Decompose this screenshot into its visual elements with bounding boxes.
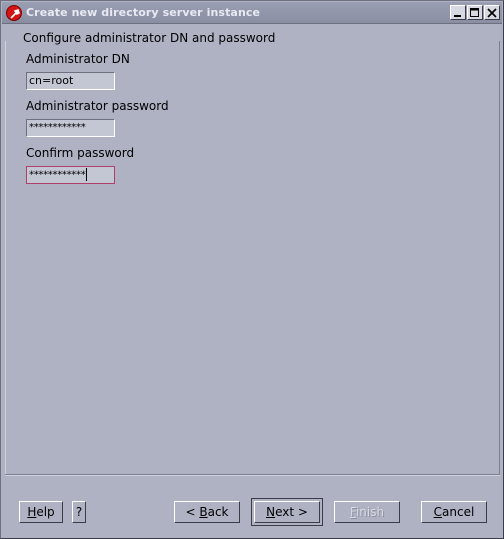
close-button[interactable] <box>484 5 500 20</box>
admin-dn-value: cn=root <box>29 74 74 87</box>
context-help-button[interactable]: ? <box>72 501 86 523</box>
content-frame-right <box>499 41 500 475</box>
page-heading: Configure administrator DN and password <box>23 31 276 45</box>
maximize-button[interactable] <box>467 5 483 20</box>
maximize-icon <box>470 8 479 17</box>
content-frame-left <box>5 41 6 475</box>
question-icon: ? <box>75 505 83 519</box>
text-caret <box>86 168 88 181</box>
finish-button[interactable]: Finish <box>334 501 400 523</box>
admin-password-value: ************ <box>29 122 86 133</box>
finish-label: inish <box>355 505 385 519</box>
title-bar[interactable]: Create new directory server instance <box>2 2 502 24</box>
confirm-password-input[interactable]: ************ <box>26 166 115 184</box>
cancel-mnemonic: C <box>433 505 443 519</box>
next-button[interactable]: Next > <box>251 498 323 526</box>
confirm-password-label: Confirm password <box>26 146 135 160</box>
dialog-window: Create new directory server instance Con… <box>0 0 504 539</box>
minimize-icon <box>454 15 461 17</box>
confirm-password-value: ************ <box>29 169 86 181</box>
button-bar-divider-highlight <box>5 475 500 476</box>
cancel-label: ancel <box>442 505 475 519</box>
admin-password-label: Administrator password <box>26 99 169 113</box>
next-label: ext > <box>275 505 308 519</box>
help-label: elp <box>36 505 55 519</box>
back-prefix: < <box>185 505 200 519</box>
admin-password-input[interactable]: ************ <box>26 119 115 137</box>
close-icon <box>487 8 497 18</box>
cancel-button[interactable]: Cancel <box>421 501 487 523</box>
minimize-button[interactable] <box>450 5 466 20</box>
back-mnemonic: B <box>199 505 208 519</box>
help-mnemonic: H <box>27 505 37 519</box>
app-icon[interactable] <box>6 5 22 21</box>
back-label: ack <box>207 505 229 519</box>
next-mnemonic: N <box>266 505 276 519</box>
admin-dn-label: Administrator DN <box>26 52 130 66</box>
admin-dn-input[interactable]: cn=root <box>26 72 115 90</box>
window-title: Create new directory server instance <box>26 6 261 19</box>
help-button[interactable]: Help <box>19 501 63 523</box>
back-button[interactable]: < Back <box>174 501 240 523</box>
